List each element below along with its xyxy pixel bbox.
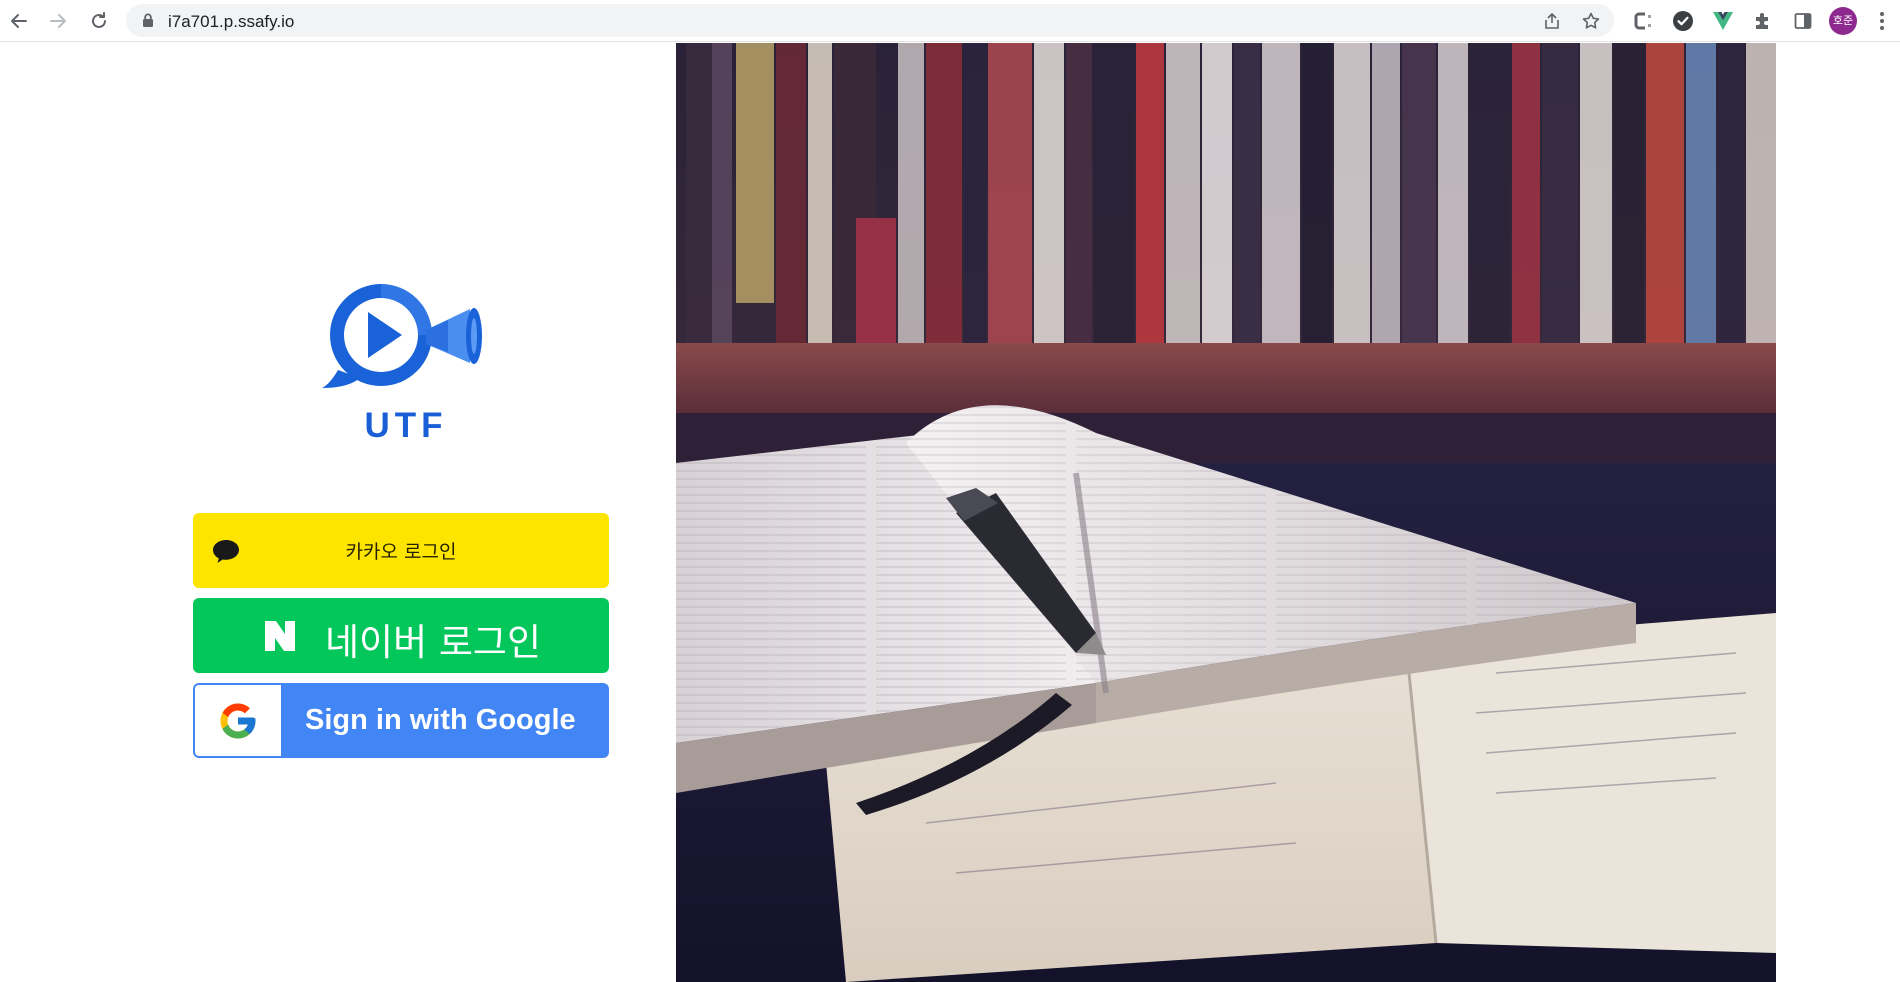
hero-books-image bbox=[676, 43, 1776, 982]
naver-login-label: 네이버 로그인 bbox=[325, 621, 542, 664]
back-button[interactable] bbox=[4, 6, 34, 36]
extensions-puzzle-icon[interactable] bbox=[1750, 8, 1776, 34]
back-arrow-icon bbox=[11, 14, 27, 28]
naver-n-icon bbox=[265, 621, 295, 651]
url-text: i7a701.p.ssafy.io bbox=[168, 12, 295, 31]
bookmark-star-icon[interactable] bbox=[1581, 11, 1601, 31]
lock-icon bbox=[140, 12, 156, 28]
naver-login-button[interactable]: 네이버 로그인 bbox=[193, 598, 609, 673]
logo-text: UTF bbox=[364, 406, 448, 445]
video-camera-logo-icon bbox=[322, 284, 482, 388]
google-login-button[interactable]: Sign in with Google bbox=[193, 683, 609, 758]
kakao-chat-bubble-icon bbox=[213, 540, 239, 563]
extension-check-icon[interactable] bbox=[1670, 8, 1696, 34]
reload-icon bbox=[92, 12, 106, 28]
profile-avatar[interactable]: 호준 bbox=[1829, 7, 1857, 35]
extension-c-icon[interactable] bbox=[1630, 8, 1656, 34]
reload-button[interactable] bbox=[84, 6, 114, 36]
address-bar[interactable]: i7a701.p.ssafy.io bbox=[126, 4, 1614, 37]
side-panel-icon[interactable] bbox=[1790, 8, 1816, 34]
google-logo-box bbox=[195, 685, 281, 756]
google-g-icon bbox=[220, 703, 256, 738]
forward-button[interactable] bbox=[43, 6, 73, 36]
forward-arrow-icon bbox=[50, 14, 66, 28]
browser-menu-icon[interactable] bbox=[1872, 8, 1892, 34]
google-login-label: Sign in with Google bbox=[305, 704, 576, 736]
kakao-login-label: 카카오 로그인 bbox=[345, 541, 457, 563]
vue-devtools-icon[interactable] bbox=[1710, 8, 1736, 34]
kakao-login-button[interactable]: 카카오 로그인 bbox=[193, 513, 609, 588]
share-icon[interactable] bbox=[1542, 11, 1562, 31]
browser-toolbar: i7a701.p.ssafy.io 호준 bbox=[0, 0, 1900, 42]
